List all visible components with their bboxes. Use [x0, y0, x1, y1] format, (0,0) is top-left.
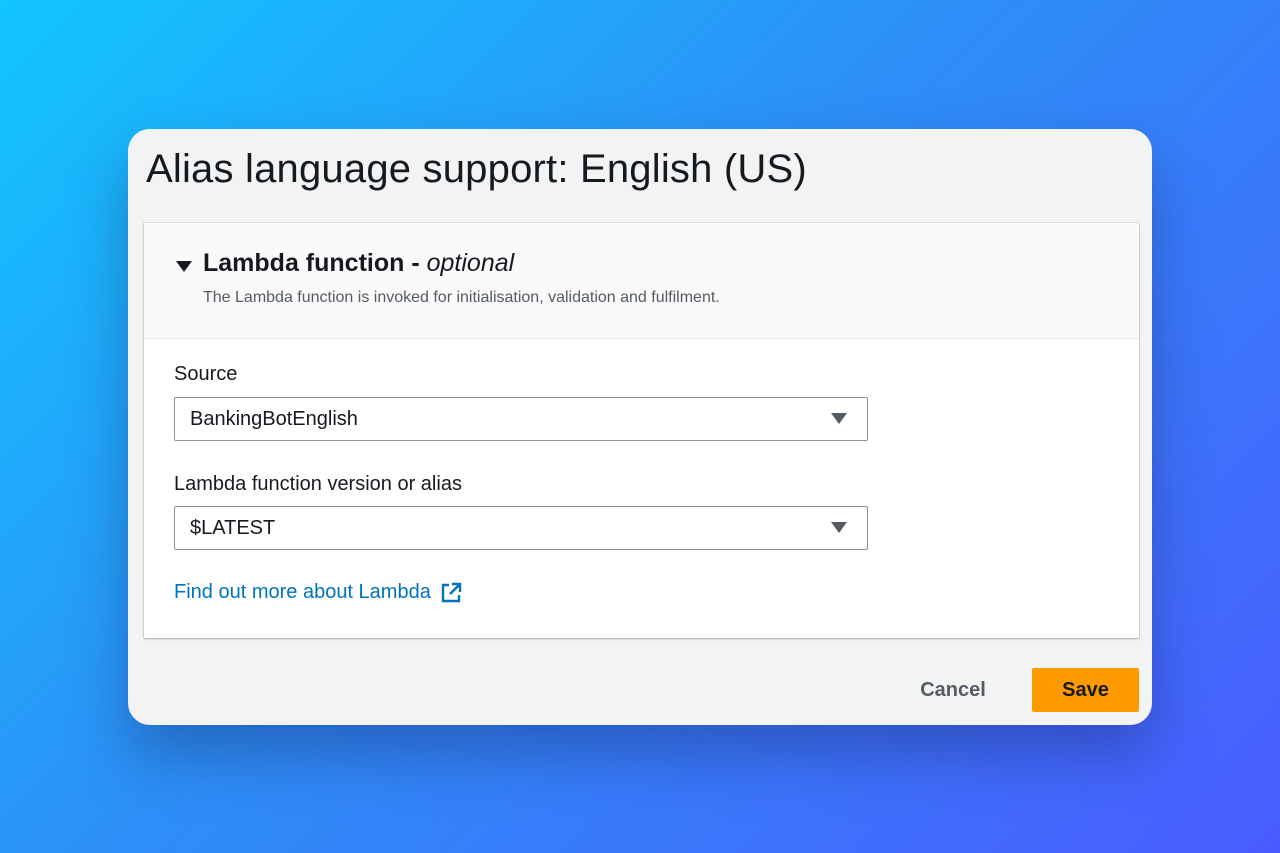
- lambda-function-panel: Lambda function - optional The Lambda fu…: [144, 223, 1139, 638]
- version-label: Lambda function version or alias: [174, 473, 462, 495]
- source-select-value: BankingBotEnglish: [190, 408, 358, 430]
- external-link-icon: [441, 582, 462, 602]
- version-select-value: $LATEST: [190, 517, 276, 539]
- panel-heading-separator: -: [404, 249, 427, 277]
- panel-heading[interactable]: Lambda function - optional: [203, 249, 514, 278]
- caret-down-icon: [831, 413, 847, 424]
- dialog-title: Alias language support: English (US): [146, 147, 807, 191]
- panel-heading-title: Lambda function: [203, 249, 405, 277]
- version-select[interactable]: $LATEST: [174, 506, 868, 550]
- learn-more-link[interactable]: Find out more about Lambda: [174, 581, 462, 604]
- panel-heading-optional: optional: [426, 249, 515, 277]
- panel-header[interactable]: Lambda function - optional The Lambda fu…: [144, 223, 1139, 339]
- panel-description: The Lambda function is invoked for initi…: [203, 289, 720, 306]
- alias-language-dialog: Alias language support: English (US) Lam…: [128, 129, 1152, 725]
- cancel-button[interactable]: Cancel: [898, 668, 1008, 712]
- source-select[interactable]: BankingBotEnglish: [174, 397, 868, 441]
- learn-more-link-text: Find out more about Lambda: [174, 581, 431, 603]
- save-button[interactable]: Save: [1032, 668, 1139, 712]
- caret-down-icon: [831, 522, 847, 533]
- source-label: Source: [174, 363, 238, 385]
- caret-down-icon[interactable]: [176, 261, 192, 272]
